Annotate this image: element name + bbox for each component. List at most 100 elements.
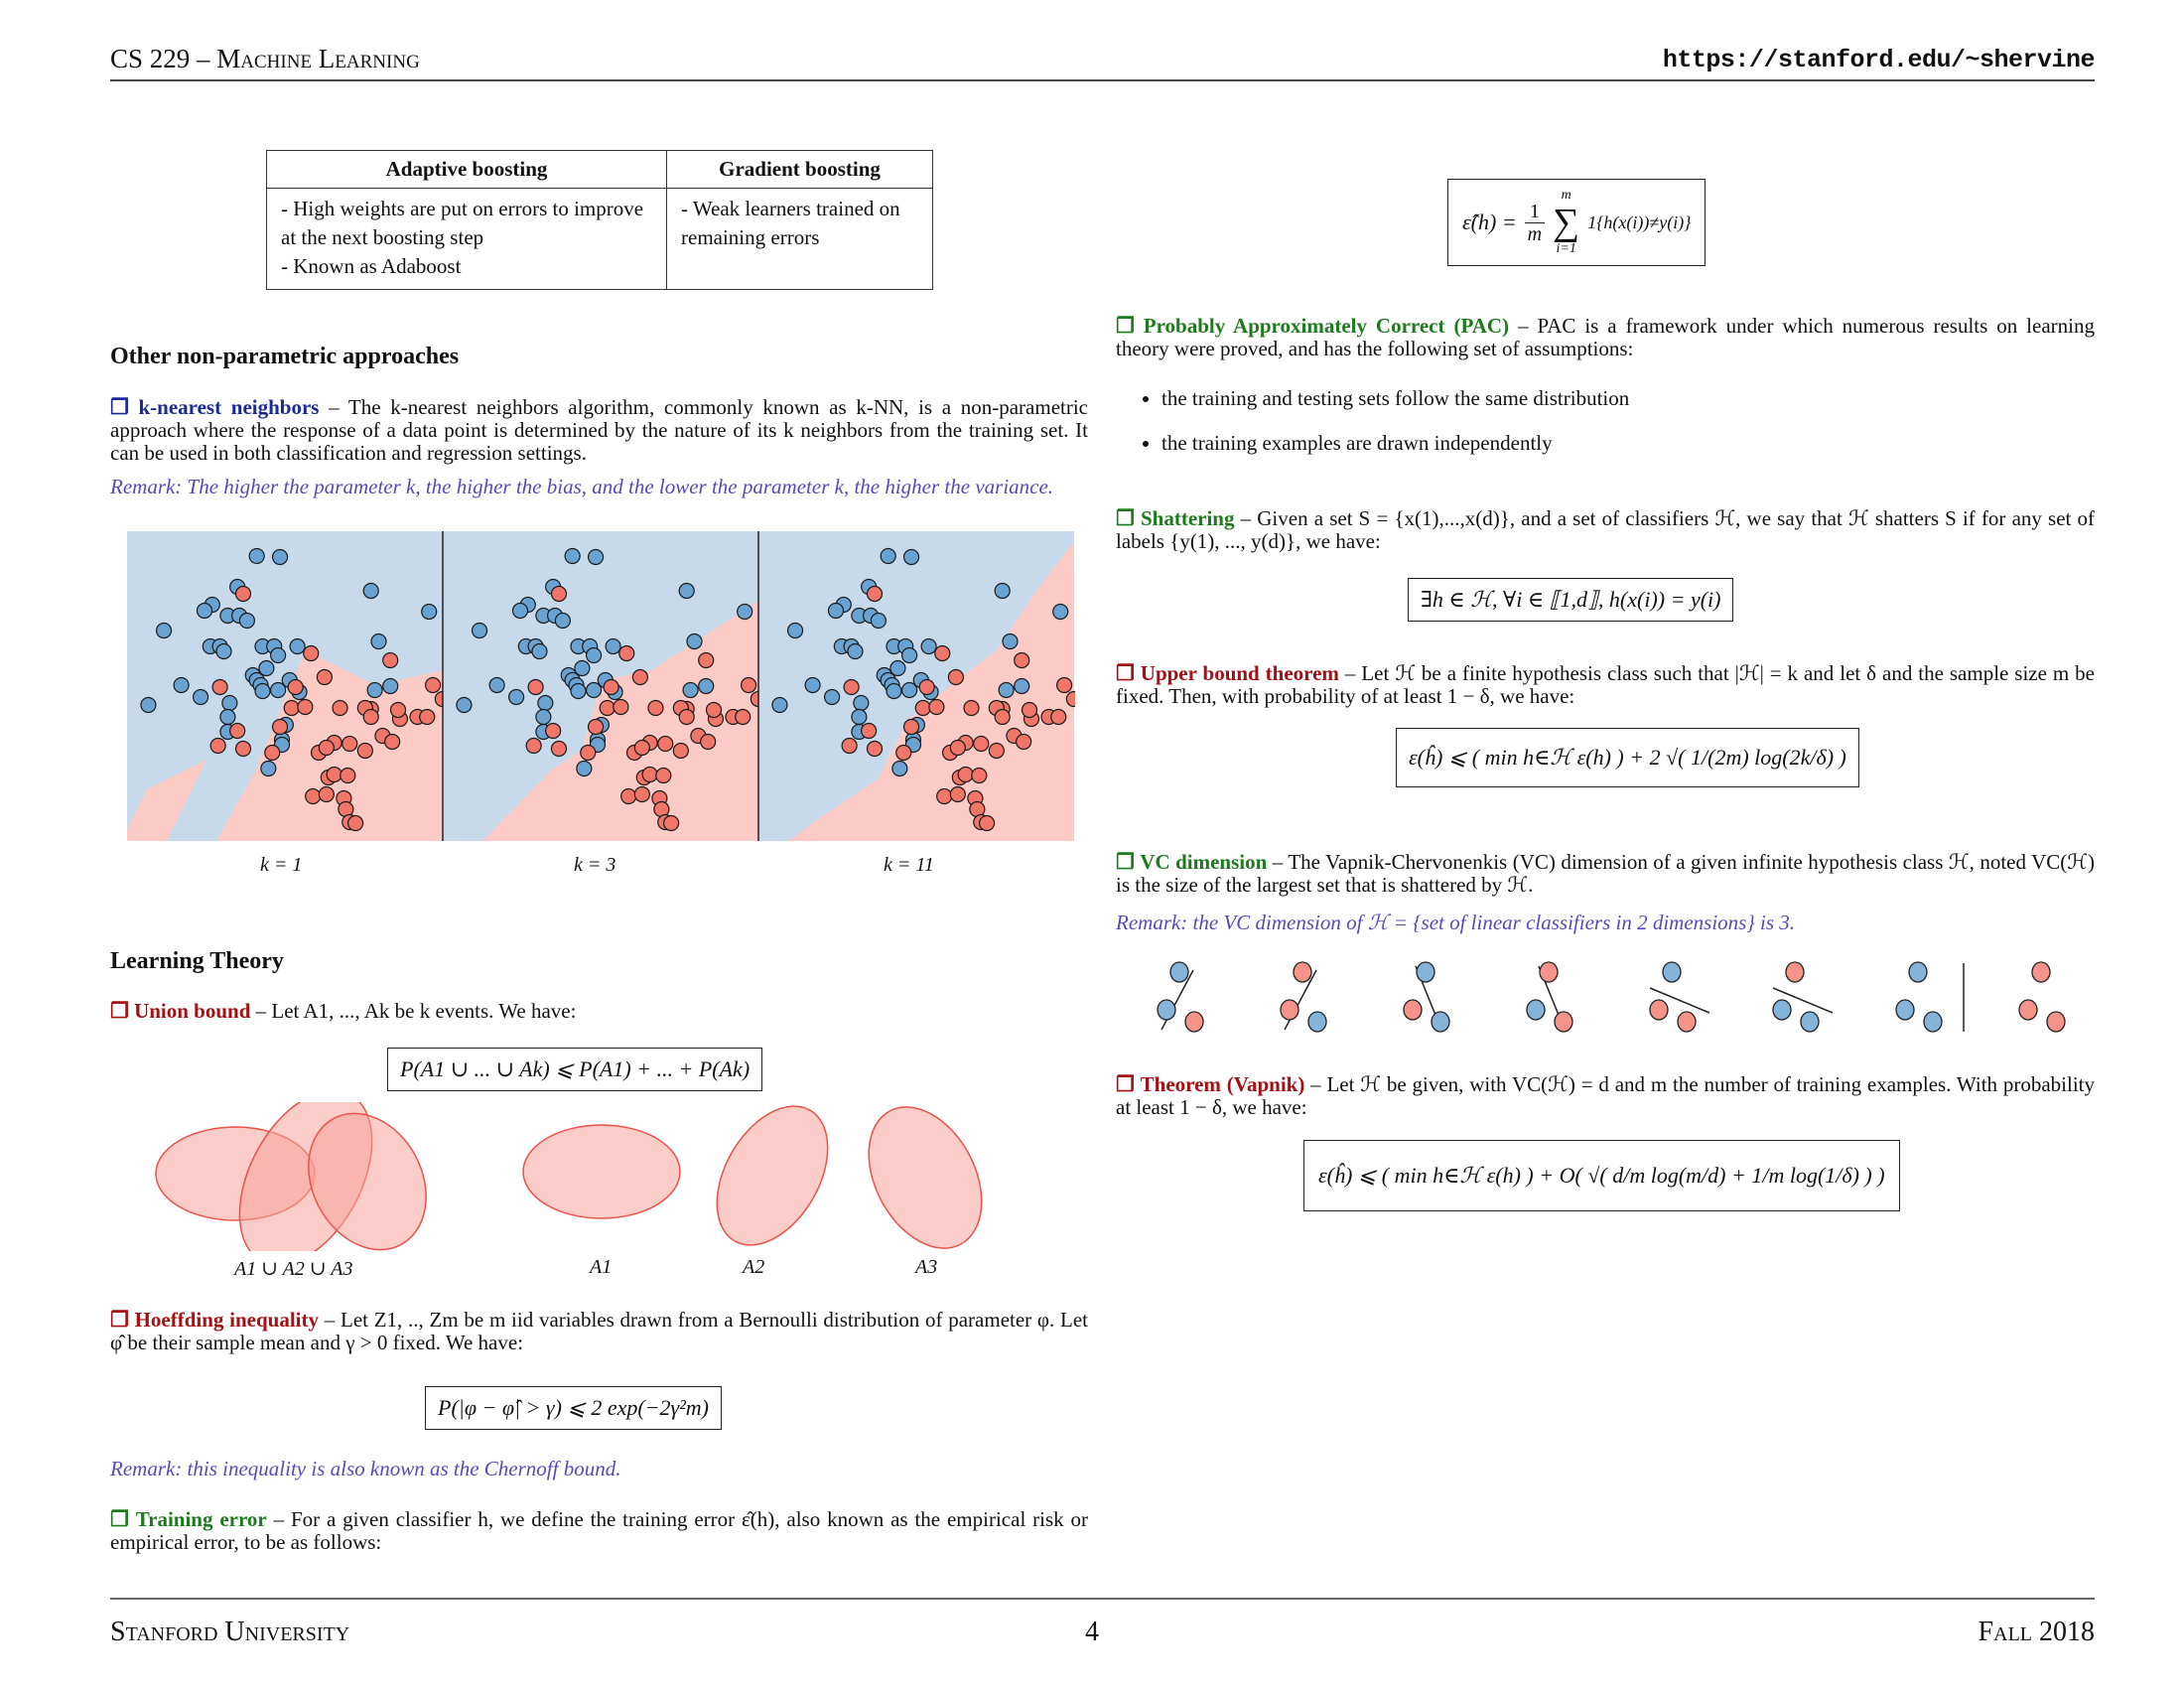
red-data-point [934,644,951,662]
red-data-point [902,718,920,736]
summation: m ∑ i=1 [1553,188,1579,257]
blue-data-point [994,582,1011,600]
red-data-point [305,787,322,805]
blue-data-point [192,688,209,706]
blue-data-point [270,646,287,664]
blue-point [1416,961,1435,983]
square-bullet-icon: ❐ [1116,661,1135,685]
ellipse-a1 [522,1124,681,1219]
upper-bound-term: Upper bound theorem [1140,661,1339,685]
red-data-point [527,678,544,696]
red-data-point [318,785,335,803]
red-data-point [947,668,964,686]
boosting-comparison-table: Adaptive boosting Gradient boosting - Hi… [266,150,933,290]
blue-data-point [271,548,289,566]
red-data-point [861,722,878,740]
blue-data-point [889,659,906,677]
red-data-point [599,699,615,717]
union-bound-text: – Let A1, ..., Ak be k events. We have: [250,999,577,1023]
red-data-point [382,651,399,669]
hoeffding-paragraph: ❐ Hoeffding inequality – Let Z1, .., Zm … [110,1309,1088,1354]
red-data-point [209,737,226,755]
training-error-formula: ε̂(h) = 1 m m ∑ i=1 1{h(x(i))≠y(i)} [1447,179,1706,266]
blue-point [1800,1011,1820,1033]
blue-data-point [289,637,306,655]
fraction-numerator: 1 [1529,200,1540,222]
blue-data-point [507,688,525,706]
red-data-point [1014,651,1030,669]
blue-point [1662,961,1682,983]
sum-lower-limit: i=1 [1556,241,1576,256]
red-data-point [633,785,650,803]
red-data-point [356,742,373,760]
red-point [1785,961,1805,983]
blue-data-point [215,642,232,660]
blue-data-point [998,681,1015,699]
blue-data-point [827,602,845,620]
knn-remark: Remark: The higher the parameter k, the … [110,475,1054,498]
vc-labeling-6 [1772,961,1834,1033]
blue-data-point [196,602,213,620]
blue-data-point [920,637,937,655]
red-point [1677,1011,1697,1033]
blue-data-point [682,681,699,699]
table-header-adaptive: Adaptive boosting [266,150,667,189]
red-data-point [550,740,568,758]
red-data-point [326,766,342,783]
red-data-point [580,744,597,762]
blue-data-point [238,612,256,630]
red-data-point [603,678,619,696]
red-data-point [234,585,252,603]
blue-data-point [678,582,695,600]
adaptive-point-2: - Known as Adaboost [281,254,462,278]
footer-page-number: 4 [1085,1617,1099,1647]
table-cell-gradient: - Weak learners trained on remaining err… [666,188,933,290]
union-bound-paragraph: ❐ Union bound – Let A1, ..., Ak be k eve… [110,1000,1088,1023]
blue-data-point [140,696,157,714]
blue-data-point [823,688,841,706]
blue-data-point [173,676,190,694]
red-data-point [229,722,246,740]
blue-data-point [258,659,275,677]
red-data-point [316,668,333,686]
fraction: 1 m [1524,200,1546,245]
red-data-point [332,699,348,717]
red-data-point [550,585,568,603]
knn-panel-2 [443,531,780,841]
blue-data-point [804,676,821,694]
square-bullet-icon: ❐ [1116,850,1135,874]
red-data-point [914,699,931,717]
a3-caption: A3 [915,1256,938,1278]
blue-data-point [902,548,920,566]
footer-rule [110,1598,2095,1600]
blue-data-point [574,659,591,677]
blue-data-point [686,633,703,650]
vapnik-paragraph: ❐ Theorem (Vapnik) – Let ℋ be given, wit… [1116,1073,2095,1119]
red-data-point [1056,676,1073,694]
red-data-point [545,722,562,740]
blue-data-point [853,694,870,712]
red-data-point [657,735,674,753]
blue-point [1157,999,1176,1021]
red-data-point [618,644,635,662]
vc-dimension-term: VC dimension [1140,850,1268,874]
training-error-paragraph: ❐ Training error – For a given classifie… [110,1508,1088,1554]
vc-labeling-4 [1526,961,1573,1033]
red-data-point [647,699,664,717]
blue-point [1895,999,1915,1021]
blue-data-point [1052,603,1069,621]
red-data-point [700,733,717,751]
blue-point [1431,1011,1450,1033]
table-header-row: Adaptive boosting Gradient boosting [266,150,933,189]
footer-term: Fall 2018 [1978,1617,2095,1647]
header-url-link[interactable]: https://stanford.edu/~shervine [1663,46,2096,74]
blue-data-point [421,603,438,621]
pac-paragraph: ❐ Probably Approximately Correct (PAC) –… [1116,315,2095,360]
blue-data-point [901,646,918,664]
blue-data-point [366,681,383,699]
blue-data-point [370,633,387,650]
blue-data-point [382,677,399,695]
red-data-point [973,735,990,753]
red-data-point [918,678,935,696]
vc-labeling-8 [2018,961,2066,1033]
